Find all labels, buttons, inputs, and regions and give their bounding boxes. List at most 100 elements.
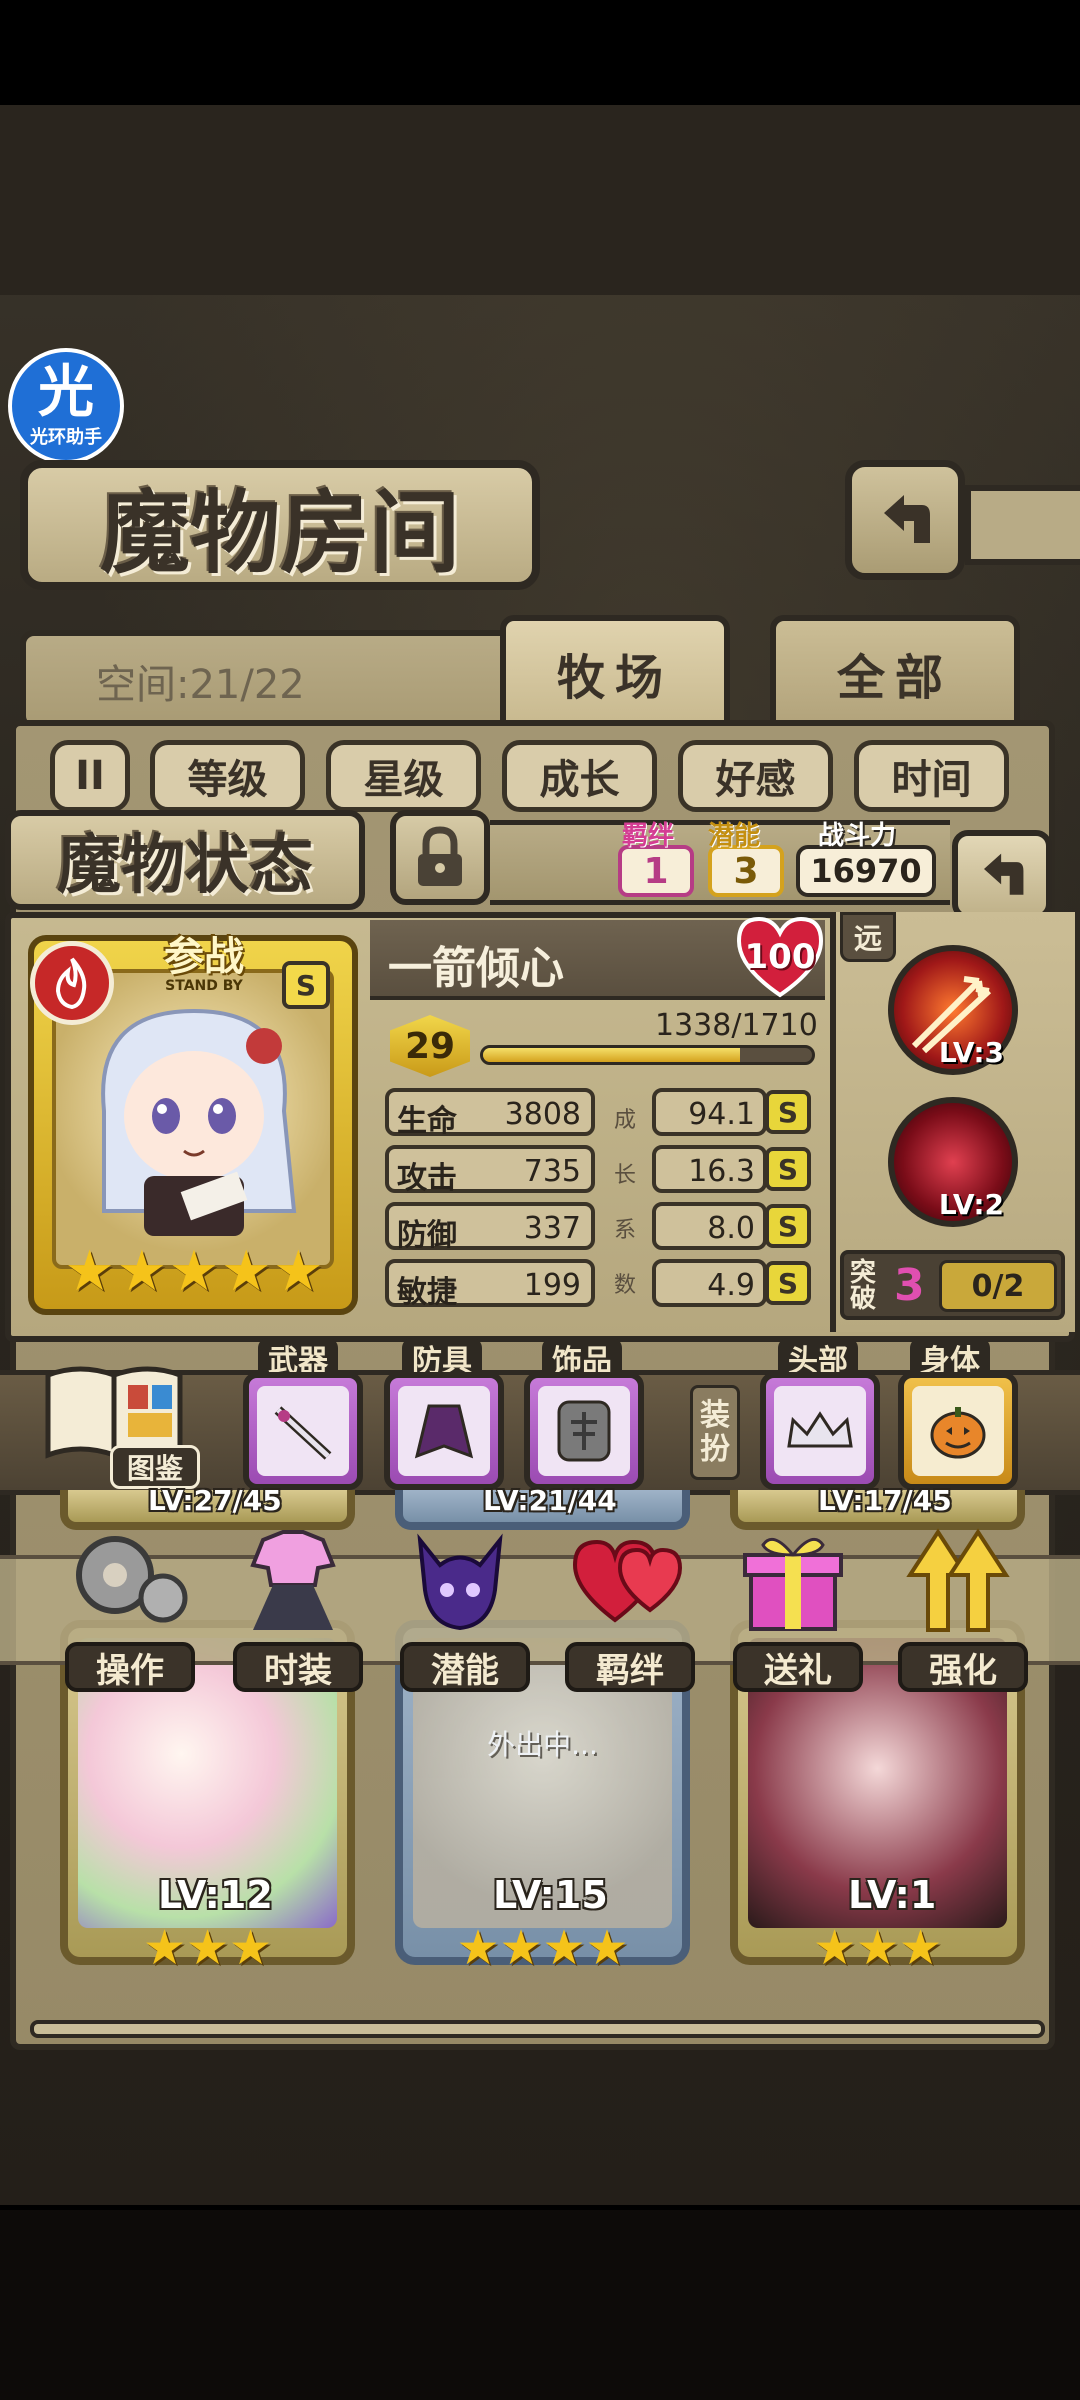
back-arrow-icon: [984, 853, 1024, 895]
growth-grade: S: [777, 1209, 799, 1243]
filter-time[interactable]: 时间: [854, 740, 1009, 812]
exp-bar-fill: [483, 1048, 740, 1062]
star-icon: ★: [168, 1238, 220, 1304]
growth-char: 长: [613, 1162, 636, 1188]
action-label: 操作: [96, 1650, 164, 1691]
monster-portrait-art: [101, 1008, 297, 1236]
growth-value: 94.1: [688, 1097, 755, 1132]
tab-ranch-label: 牧场: [556, 649, 673, 706]
body-slot-inner: [912, 1386, 1004, 1476]
space-bar: 空间:21/22: [20, 630, 530, 730]
top-card-3-level: LV:17/45: [818, 1484, 952, 1517]
assistant-badge[interactable]: 光 光环助手: [8, 348, 124, 464]
growth-grade: S: [777, 1266, 799, 1300]
tab-ranch[interactable]: 牧场: [500, 615, 730, 730]
action-gear-button[interactable]: 操作: [60, 1520, 200, 1692]
standby-sub: STAND BY: [165, 978, 243, 994]
growth-value: 8.0: [707, 1211, 755, 1246]
filter-affection[interactable]: 好感: [678, 740, 833, 812]
hearts-icon: [565, 1520, 695, 1645]
growth-grade-badge: S: [765, 1090, 811, 1134]
breakthrough-progress-box: 0/2: [939, 1260, 1057, 1312]
tab-all[interactable]: 全部: [770, 615, 1020, 730]
action-gift-button[interactable]: 送礼: [728, 1520, 868, 1692]
action-label-box: 强化: [898, 1642, 1028, 1692]
action-label-box: 潜能: [400, 1642, 530, 1692]
back-button[interactable]: [845, 460, 965, 580]
stat-label: 敏捷: [397, 1275, 457, 1310]
range-tag: 远: [840, 912, 896, 962]
action-label: 送礼: [764, 1650, 832, 1691]
stat-value: 199: [523, 1268, 581, 1303]
action-demon-button[interactable]: 潜能: [395, 1520, 535, 1692]
lock-button[interactable]: [390, 810, 490, 905]
action-label-box: 送礼: [733, 1642, 863, 1692]
action-label-box: 羁绊: [565, 1642, 695, 1692]
action-up-arrows-button[interactable]: 强化: [893, 1520, 1033, 1692]
gear-icon: [65, 1520, 195, 1645]
top-card-1-level: LV:27/45: [148, 1484, 282, 1517]
cloak-icon: [414, 1404, 474, 1459]
body-slot[interactable]: [898, 1372, 1018, 1490]
filter-level-label: 等级: [187, 757, 268, 803]
potential-value: 3: [733, 850, 759, 892]
stat-row-3: 敏捷 199: [385, 1259, 595, 1310]
breakthrough-box: 突破 3 0/2: [840, 1250, 1065, 1320]
action-hearts-button[interactable]: 羁绊: [560, 1520, 700, 1692]
bond-label: 羁绊: [622, 821, 675, 851]
filter-stars[interactable]: 星级: [326, 740, 481, 812]
affection-heart[interactable]: 100: [735, 915, 825, 999]
sort-toggle-button[interactable]: II: [50, 740, 130, 812]
growth-grade-badge: S: [765, 1204, 811, 1248]
exp-bar: [480, 1045, 815, 1065]
filter-affection-label: 好感: [715, 757, 796, 803]
weapon-slot-inner: [257, 1386, 349, 1476]
stat-value: 3808: [504, 1097, 581, 1132]
head-slot[interactable]: [760, 1372, 880, 1490]
monster-card-3-stars: ★ ★ ★: [738, 1920, 1017, 1976]
standby-banner: 参战 STAND BY: [114, 935, 294, 995]
action-label-box: 时装: [233, 1642, 363, 1692]
filter-stars-label: 星级: [363, 757, 444, 803]
growth-grade: S: [777, 1095, 799, 1129]
monster-card-2-stars: ★ ★ ★ ★: [403, 1920, 682, 1976]
power-label: 战斗力: [818, 821, 897, 851]
filter-level[interactable]: 等级: [150, 740, 305, 812]
exp-text: 1338/1710: [655, 1008, 818, 1043]
monster-card-1-stars: ★ ★ ★: [68, 1920, 347, 1976]
monster-portrait-card[interactable]: 参战 STAND BY S ★ ★ ★ ★ ★: [28, 935, 358, 1315]
star-icon: ★: [64, 1238, 115, 1304]
tab-all-label: 全部: [836, 649, 953, 706]
stat-label: 攻击: [397, 1161, 457, 1196]
accessory-slot[interactable]: [524, 1372, 644, 1490]
action-outfit-button[interactable]: 时装: [228, 1520, 368, 1692]
growth-char: 系: [613, 1217, 636, 1243]
grade-badge: S: [282, 961, 330, 1009]
skill-2[interactable]: LV:2: [888, 1097, 1018, 1227]
armor-slot[interactable]: [384, 1372, 504, 1490]
filter-growth[interactable]: 成长: [502, 740, 657, 812]
page-title-text: 魔物房间: [100, 480, 460, 586]
growth-coefficient-label: 成 长 系 数: [610, 1090, 640, 1310]
star-icon: ★: [855, 1920, 900, 1976]
pumpkin-icon: [930, 1407, 986, 1459]
growth-char: 成: [613, 1107, 636, 1133]
grade-badge-letter: S: [295, 968, 317, 1002]
breakthrough-label: 突破: [850, 1258, 877, 1314]
growth-row-0: 94.1: [652, 1088, 767, 1136]
growth-grade: S: [777, 1152, 799, 1186]
list-bottom-edge: [30, 2020, 1045, 2038]
outfit-icon: [233, 1520, 363, 1645]
skill-1[interactable]: LV:3: [888, 945, 1018, 1075]
star-icon: ★: [456, 1920, 500, 1976]
growth-grade-badge: S: [765, 1147, 811, 1191]
bond-box: 1: [618, 845, 694, 897]
filter-time-label: 时间: [891, 757, 972, 803]
monster-name: 一箭倾心: [388, 943, 564, 994]
codex-button[interactable]: 图鉴: [40, 1355, 200, 1490]
skill-1-level: LV:3: [938, 1036, 1004, 1069]
growth-char: 数: [613, 1272, 636, 1298]
weapon-slot[interactable]: [243, 1372, 363, 1490]
status-back-button[interactable]: [952, 830, 1052, 920]
tiara-icon: [787, 1411, 853, 1448]
